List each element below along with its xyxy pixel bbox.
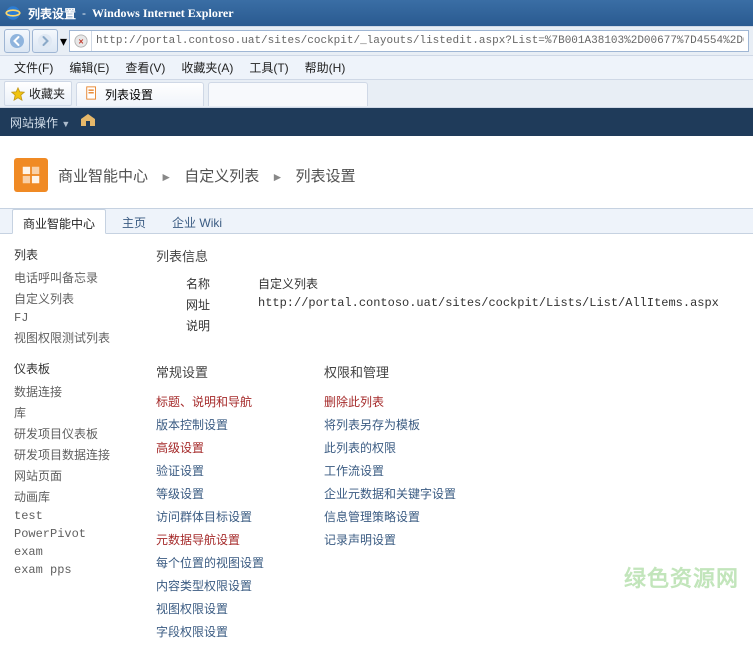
url-input[interactable] [92,31,748,51]
address-bar[interactable]: × [69,30,749,52]
left-link-exam[interactable]: exam [14,545,146,559]
link-delete-list[interactable]: 删除此列表 [324,393,456,410]
link-workflow-settings[interactable]: 工作流设置 [324,462,456,479]
quick-launch-dashboards-header: 仪表板 [14,360,146,377]
back-arrow-icon [9,33,25,49]
left-link-fj[interactable]: FJ [14,311,146,325]
window-title: 列表设置 [28,5,76,22]
chevron-down-icon: ▼ [61,119,70,129]
chevron-right-icon: ► [160,170,172,184]
left-link-rd-data-conn[interactable]: 研发项目数据连接 [14,446,146,463]
link-info-policy[interactable]: 信息管理策略设置 [324,508,456,525]
left-link-animation-lib[interactable]: 动画库 [14,488,146,505]
menu-edit[interactable]: 编辑(E) [61,56,117,79]
left-link-call-memo[interactable]: 电话呼叫备忘录 [14,269,146,286]
breadcrumb: 商业智能中心 ► 自定义列表 ► 列表设置 [58,165,356,186]
favorites-button[interactable]: 收藏夹 [4,81,72,106]
left-link-library[interactable]: 库 [14,404,146,421]
list-info-title: 列表信息 [156,246,743,265]
link-view-perm[interactable]: 视图权限设置 [156,600,264,617]
perm-mgmt-title: 权限和管理 [324,362,456,381]
chevron-right-icon: ► [271,170,283,184]
meta-name-value: 自定义列表 [258,275,318,292]
left-link-data-conn[interactable]: 数据连接 [14,383,146,400]
history-dropdown-icon[interactable]: ▾ [60,33,67,50]
link-save-template[interactable]: 将列表另存为模板 [324,416,456,433]
page-icon [85,86,99,103]
topnav-home[interactable]: 主页 [112,209,156,233]
link-list-permissions[interactable]: 此列表的权限 [324,439,456,456]
favorites-label: 收藏夹 [29,85,65,102]
title-separator: - [82,6,86,20]
ie-icon [4,4,22,22]
link-rating[interactable]: 等级设置 [156,485,264,502]
meta-url-label: 网址 [186,296,258,313]
meta-url-value: http://portal.contoso.uat/sites/cockpit/… [258,296,719,313]
link-record-declaration[interactable]: 记录声明设置 [324,531,456,548]
left-link-rd-dashboard[interactable]: 研发项目仪表板 [14,425,146,442]
navigate-up-icon[interactable] [80,114,96,131]
topnav-wiki[interactable]: 企业 Wiki [162,209,232,233]
meta-desc-label: 说明 [186,317,258,334]
link-advanced[interactable]: 高级设置 [156,439,264,456]
link-validation[interactable]: 验证设置 [156,462,264,479]
browser-tab[interactable]: 列表设置 [76,82,204,106]
link-metadata-nav[interactable]: 元数据导航设置 [156,531,264,548]
link-per-location-view[interactable]: 每个位置的视图设置 [156,554,264,571]
general-settings-title: 常规设置 [156,362,264,381]
breadcrumb-site[interactable]: 商业智能中心 [58,168,148,185]
left-link-site-pages[interactable]: 网站页面 [14,467,146,484]
menu-view[interactable]: 查看(V) [117,56,173,79]
left-link-powerpivot[interactable]: PowerPivot [14,527,146,541]
site-actions-menu[interactable]: 网站操作 ▼ [10,114,70,131]
app-name: Windows Internet Explorer [92,6,234,21]
back-button[interactable] [4,29,30,53]
link-field-perm[interactable]: 字段权限设置 [156,623,264,640]
left-link-custom-list[interactable]: 自定义列表 [14,290,146,307]
link-audience-target[interactable]: 访问群体目标设置 [156,508,264,525]
left-link-exam-pps[interactable]: exam pps [14,563,146,577]
forward-arrow-icon [37,33,53,49]
quick-launch-lists-header: 列表 [14,246,146,263]
breadcrumb-list[interactable]: 自定义列表 [184,168,259,185]
meta-name-label: 名称 [186,275,258,292]
breadcrumb-page: 列表设置 [296,168,356,185]
link-enterprise-metadata[interactable]: 企业元数据和关键字设置 [324,485,456,502]
new-tab-slot[interactable] [208,82,368,106]
star-icon [11,87,25,101]
quick-launch: 列表 电话呼叫备忘录 自定义列表 FJ 视图权限测试列表 仪表板 数据连接 库 … [0,234,156,601]
link-version-control[interactable]: 版本控制设置 [156,416,264,433]
topnav-bi-center[interactable]: 商业智能中心 [12,209,106,234]
link-content-type-perm[interactable]: 内容类型权限设置 [156,577,264,594]
site-logo-icon [14,158,48,192]
left-link-test[interactable]: test [14,509,146,523]
site-warning-icon: × [70,31,92,51]
menu-tools[interactable]: 工具(T) [241,56,296,79]
link-title-desc-nav[interactable]: 标题、说明和导航 [156,393,264,410]
left-link-view-perm-test[interactable]: 视图权限测试列表 [14,329,146,346]
menu-file[interactable]: 文件(F) [6,56,61,79]
menu-help[interactable]: 帮助(H) [297,56,354,79]
menu-favorites[interactable]: 收藏夹(A) [173,56,241,79]
svg-text:×: × [78,37,83,47]
tab-label: 列表设置 [105,86,153,103]
forward-button[interactable] [32,29,58,53]
